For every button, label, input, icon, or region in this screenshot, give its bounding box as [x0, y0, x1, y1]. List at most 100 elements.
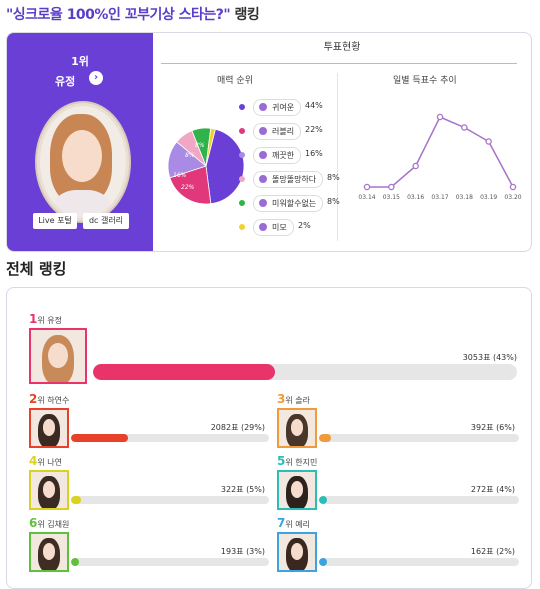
legend-text: 귀여운 — [272, 103, 295, 112]
legend-text: 미워할수없는 — [272, 199, 317, 208]
vote-bar — [319, 434, 519, 442]
vote-bar — [71, 558, 269, 566]
legend-label: 똘망똘망하다 — [253, 171, 324, 188]
title-text: "싱크로율 100%인 꼬부기상 스타는?" — [6, 7, 231, 23]
vote-count: 272표 (4%) — [470, 485, 515, 494]
vote-count: 3053표 (43%) — [462, 353, 517, 362]
vote-bar-fill — [71, 434, 129, 442]
charm-icon — [259, 103, 267, 111]
vote-bar — [71, 434, 269, 442]
charm-icon — [259, 223, 267, 231]
vote-count: 162표 (2%) — [470, 547, 515, 556]
face — [48, 343, 68, 368]
legend-percent: 8% — [327, 173, 340, 182]
legend-dot-icon — [239, 104, 245, 110]
charm-pie-chart: 22% 16% 8%8% — [167, 127, 245, 205]
vote-status-title: 투표현황 — [323, 42, 361, 53]
candidate-photo[interactable] — [277, 532, 317, 572]
section-title: 전체 랭킹 — [6, 260, 67, 278]
rank-label: 3위 솔라 — [277, 392, 310, 406]
legend-percent: 8% — [327, 197, 340, 206]
charm-icon — [259, 151, 267, 159]
candidate-photo[interactable] — [277, 408, 317, 448]
trend-point — [461, 124, 468, 131]
trend-point — [363, 183, 371, 191]
rank-name: 위 유정 — [37, 316, 62, 325]
trend-date-label: 03.19 — [480, 194, 497, 201]
vote-bar-fill — [71, 558, 79, 566]
pie-label-2: 16% — [173, 172, 187, 179]
vote-bar-fill — [93, 364, 276, 380]
top-ranker-photo — [37, 103, 129, 221]
divider — [337, 73, 338, 241]
legend-dot-icon — [239, 128, 245, 134]
candidate-photo[interactable] — [29, 328, 87, 384]
candidate-photo[interactable] — [29, 408, 69, 448]
rank-label: 5위 한지민 — [277, 454, 317, 468]
rank-label: 4위 나연 — [29, 454, 62, 468]
vote-bar-fill — [319, 558, 327, 566]
profile-arrow-icon[interactable]: › — [89, 71, 103, 85]
rank-name: 위 예리 — [285, 520, 310, 529]
vote-count: 392표 (6%) — [470, 423, 515, 432]
charm-icon — [259, 127, 267, 135]
charm-icon — [259, 175, 267, 183]
legend-percent: 22% — [305, 125, 323, 134]
vote-panel: 1위 유정 › Live 포털 dc 갤러리 투표현황 매력 순위 일별 득표수… — [6, 32, 532, 252]
top-rank-label: 1위 — [71, 55, 89, 68]
rank-name: 위 한지민 — [285, 458, 318, 467]
legend-dot-icon — [239, 152, 245, 158]
top-rank-name: 유정 — [55, 75, 76, 88]
pie-label-1: 22% — [181, 184, 195, 191]
rank-label: 2위 하연수 — [29, 392, 69, 406]
vote-bar-fill — [319, 496, 327, 504]
title-suffix: 랭킹 — [230, 7, 260, 23]
legend-text: 러블리 — [272, 127, 295, 136]
vote-count: 193표 (3%) — [220, 547, 265, 556]
trend-date-label: 03.16 — [407, 194, 424, 201]
rank-label: 6위 김채원 — [29, 516, 69, 530]
rank-name: 위 나연 — [37, 458, 62, 467]
charm-icon — [259, 199, 267, 207]
vote-count: 322표 (5%) — [220, 485, 265, 494]
legend-dot-icon — [239, 224, 245, 230]
trend-point — [485, 138, 492, 145]
legend-label: 깨끗한 — [253, 147, 302, 164]
candidate-photo[interactable] — [29, 532, 69, 572]
legend-label: 미워할수없는 — [253, 195, 324, 212]
rank-name: 위 하연수 — [37, 396, 70, 405]
divider — [161, 63, 517, 64]
trend-date-label: 03.14 — [358, 194, 375, 201]
legend-dot-icon — [239, 176, 245, 182]
pie-label-4: 8% — [195, 142, 205, 149]
ranking-panel: 1위 유정 3053표 (43%) 2위 하연수 2082표 (29%) 3위 솔라 39… — [6, 287, 532, 589]
daily-trend-chart: 03.14 03.15 03.16 03.17 03.18 03.19 03.20 — [358, 113, 522, 201]
vote-bar — [319, 496, 519, 504]
live-portal-button[interactable]: Live 포털 — [33, 213, 77, 229]
charm-rank-title: 매력 순위 — [217, 76, 253, 86]
vote-bar — [93, 364, 517, 380]
legend-text: 똘망똘망하다 — [272, 175, 317, 184]
vote-bar — [319, 558, 519, 566]
vote-count: 2082표 (29%) — [210, 423, 265, 432]
trend-date-label: 03.18 — [456, 194, 473, 201]
legend-label: 귀여운 — [253, 99, 302, 116]
legend-label: 미모 — [253, 219, 294, 236]
vote-bar-fill — [71, 496, 81, 504]
trend-date-label: 03.17 — [431, 194, 448, 201]
rank-label: 1위 유정 — [29, 312, 62, 326]
candidate-photo[interactable] — [277, 470, 317, 510]
legend-percent: 44% — [305, 101, 323, 110]
trend-point — [436, 113, 444, 121]
legend-dot-icon — [239, 200, 245, 206]
trend-point — [509, 183, 517, 191]
trend-point — [412, 162, 419, 170]
vote-bar-fill — [319, 434, 331, 442]
candidate-photo[interactable] — [29, 470, 69, 510]
page-title: "싱크로율 100%인 꼬부기상 스타는?" 랭킹 — [6, 4, 260, 24]
legend-label: 러블리 — [253, 123, 302, 140]
legend-text: 미모 — [272, 223, 287, 232]
trend-line — [367, 116, 514, 188]
rank-label: 7위 예리 — [277, 516, 310, 530]
dc-gallery-button[interactable]: dc 갤러리 — [83, 213, 129, 229]
